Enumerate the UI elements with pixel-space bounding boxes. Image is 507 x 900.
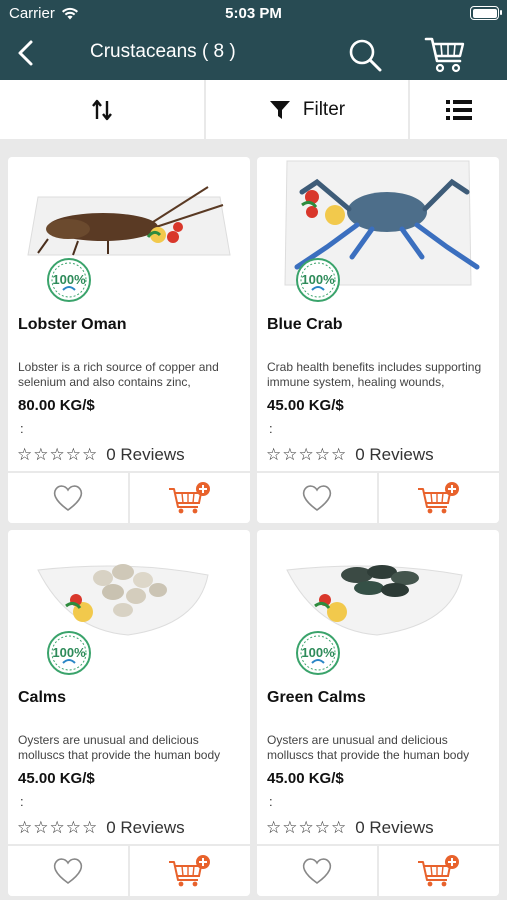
product-price: 80.00 KG/$ (18, 397, 95, 414)
wishlist-button[interactable] (257, 473, 377, 523)
freshness-badge-icon: 100% (47, 258, 91, 302)
wishlist-button[interactable] (8, 473, 128, 523)
product-meta: : (269, 794, 273, 809)
list-view-button[interactable] (410, 80, 507, 139)
list-view-icon (445, 99, 472, 120)
nav-bar: Crustaceans ( 8 ) (0, 28, 507, 80)
product-name[interactable]: Green Calms (267, 689, 366, 707)
freshness-badge-icon: 100% (47, 631, 91, 675)
product-description: Lobster is a rich source of copper and s… (18, 360, 219, 389)
review-count[interactable]: 0 Reviews (106, 818, 184, 838)
battery-icon (470, 6, 502, 20)
status-time: 5:03 PM (225, 5, 282, 22)
product-card[interactable]: 100% Calms Oysters are unusual and delic… (8, 530, 250, 896)
add-to-cart-icon (418, 855, 459, 887)
card-actions (8, 844, 250, 896)
review-count[interactable]: 0 Reviews (106, 445, 184, 465)
product-name[interactable]: Lobster Oman (18, 316, 126, 334)
wishlist-button[interactable] (257, 846, 377, 896)
add-to-cart-icon (169, 855, 210, 887)
app-header: Carrier 5:03 PM Crustaceans ( 8 ) (0, 0, 507, 80)
product-description: Oysters are unusual and delicious mollus… (267, 733, 470, 762)
filter-button[interactable]: Filter (206, 80, 408, 139)
filter-label: Filter (302, 98, 346, 120)
heart-icon (302, 485, 332, 511)
search-icon[interactable] (346, 36, 384, 74)
status-bar: Carrier 5:03 PM (0, 0, 507, 28)
svg-text:100%: 100% (301, 272, 335, 287)
svg-text:100%: 100% (52, 645, 86, 660)
sort-icon (92, 99, 112, 120)
product-price: 45.00 KG/$ (267, 397, 344, 414)
cart-icon[interactable] (424, 34, 466, 74)
product-price: 45.00 KG/$ (267, 770, 344, 787)
add-to-cart-button[interactable] (379, 473, 499, 523)
product-name[interactable]: Calms (18, 689, 66, 707)
heart-icon (53, 485, 83, 511)
star-rating-icon: ☆☆☆☆☆ (266, 818, 348, 837)
back-arrow-icon[interactable] (12, 38, 42, 68)
card-actions (8, 471, 250, 523)
product-description: Crab health benefits includes supporting… (267, 360, 482, 389)
review-count[interactable]: 0 Reviews (355, 445, 433, 465)
sort-button[interactable] (0, 80, 204, 139)
heart-icon (53, 858, 83, 884)
wishlist-button[interactable] (8, 846, 128, 896)
add-to-cart-icon (169, 482, 210, 514)
filter-icon (269, 100, 290, 119)
product-price: 45.00 KG/$ (18, 770, 95, 787)
product-description: Oysters are unusual and delicious mollus… (18, 733, 221, 762)
product-meta: : (20, 421, 24, 436)
star-rating-icon: ☆☆☆☆☆ (266, 445, 348, 464)
star-rating-icon: ☆☆☆☆☆ (17, 445, 99, 464)
svg-text:100%: 100% (52, 272, 86, 287)
card-actions (257, 471, 499, 523)
add-to-cart-button[interactable] (379, 846, 499, 896)
product-rating: ☆☆☆☆☆ 0 Reviews (17, 818, 185, 838)
freshness-badge-icon: 100% (296, 258, 340, 302)
toolbar: Filter (0, 80, 507, 140)
freshness-badge-icon: 100% (296, 631, 340, 675)
product-card[interactable]: 100% Lobster Oman Lobster is a rich sour… (8, 157, 250, 523)
product-rating: ☆☆☆☆☆ 0 Reviews (17, 445, 185, 465)
add-to-cart-button[interactable] (130, 846, 250, 896)
product-card[interactable]: 100% Blue Crab Crab health benefits incl… (257, 157, 499, 523)
review-count[interactable]: 0 Reviews (355, 818, 433, 838)
svg-text:100%: 100% (301, 645, 335, 660)
product-name[interactable]: Blue Crab (267, 316, 343, 334)
product-rating: ☆☆☆☆☆ 0 Reviews (266, 445, 434, 465)
product-rating: ☆☆☆☆☆ 0 Reviews (266, 818, 434, 838)
product-meta: : (269, 421, 273, 436)
heart-icon (302, 858, 332, 884)
add-to-cart-button[interactable] (130, 473, 250, 523)
star-rating-icon: ☆☆☆☆☆ (17, 818, 99, 837)
add-to-cart-icon (418, 482, 459, 514)
card-actions (257, 844, 499, 896)
page-title: Crustaceans ( 8 ) (90, 41, 236, 62)
product-meta: : (20, 794, 24, 809)
product-card[interactable]: 100% Green Calms Oysters are unusual and… (257, 530, 499, 896)
